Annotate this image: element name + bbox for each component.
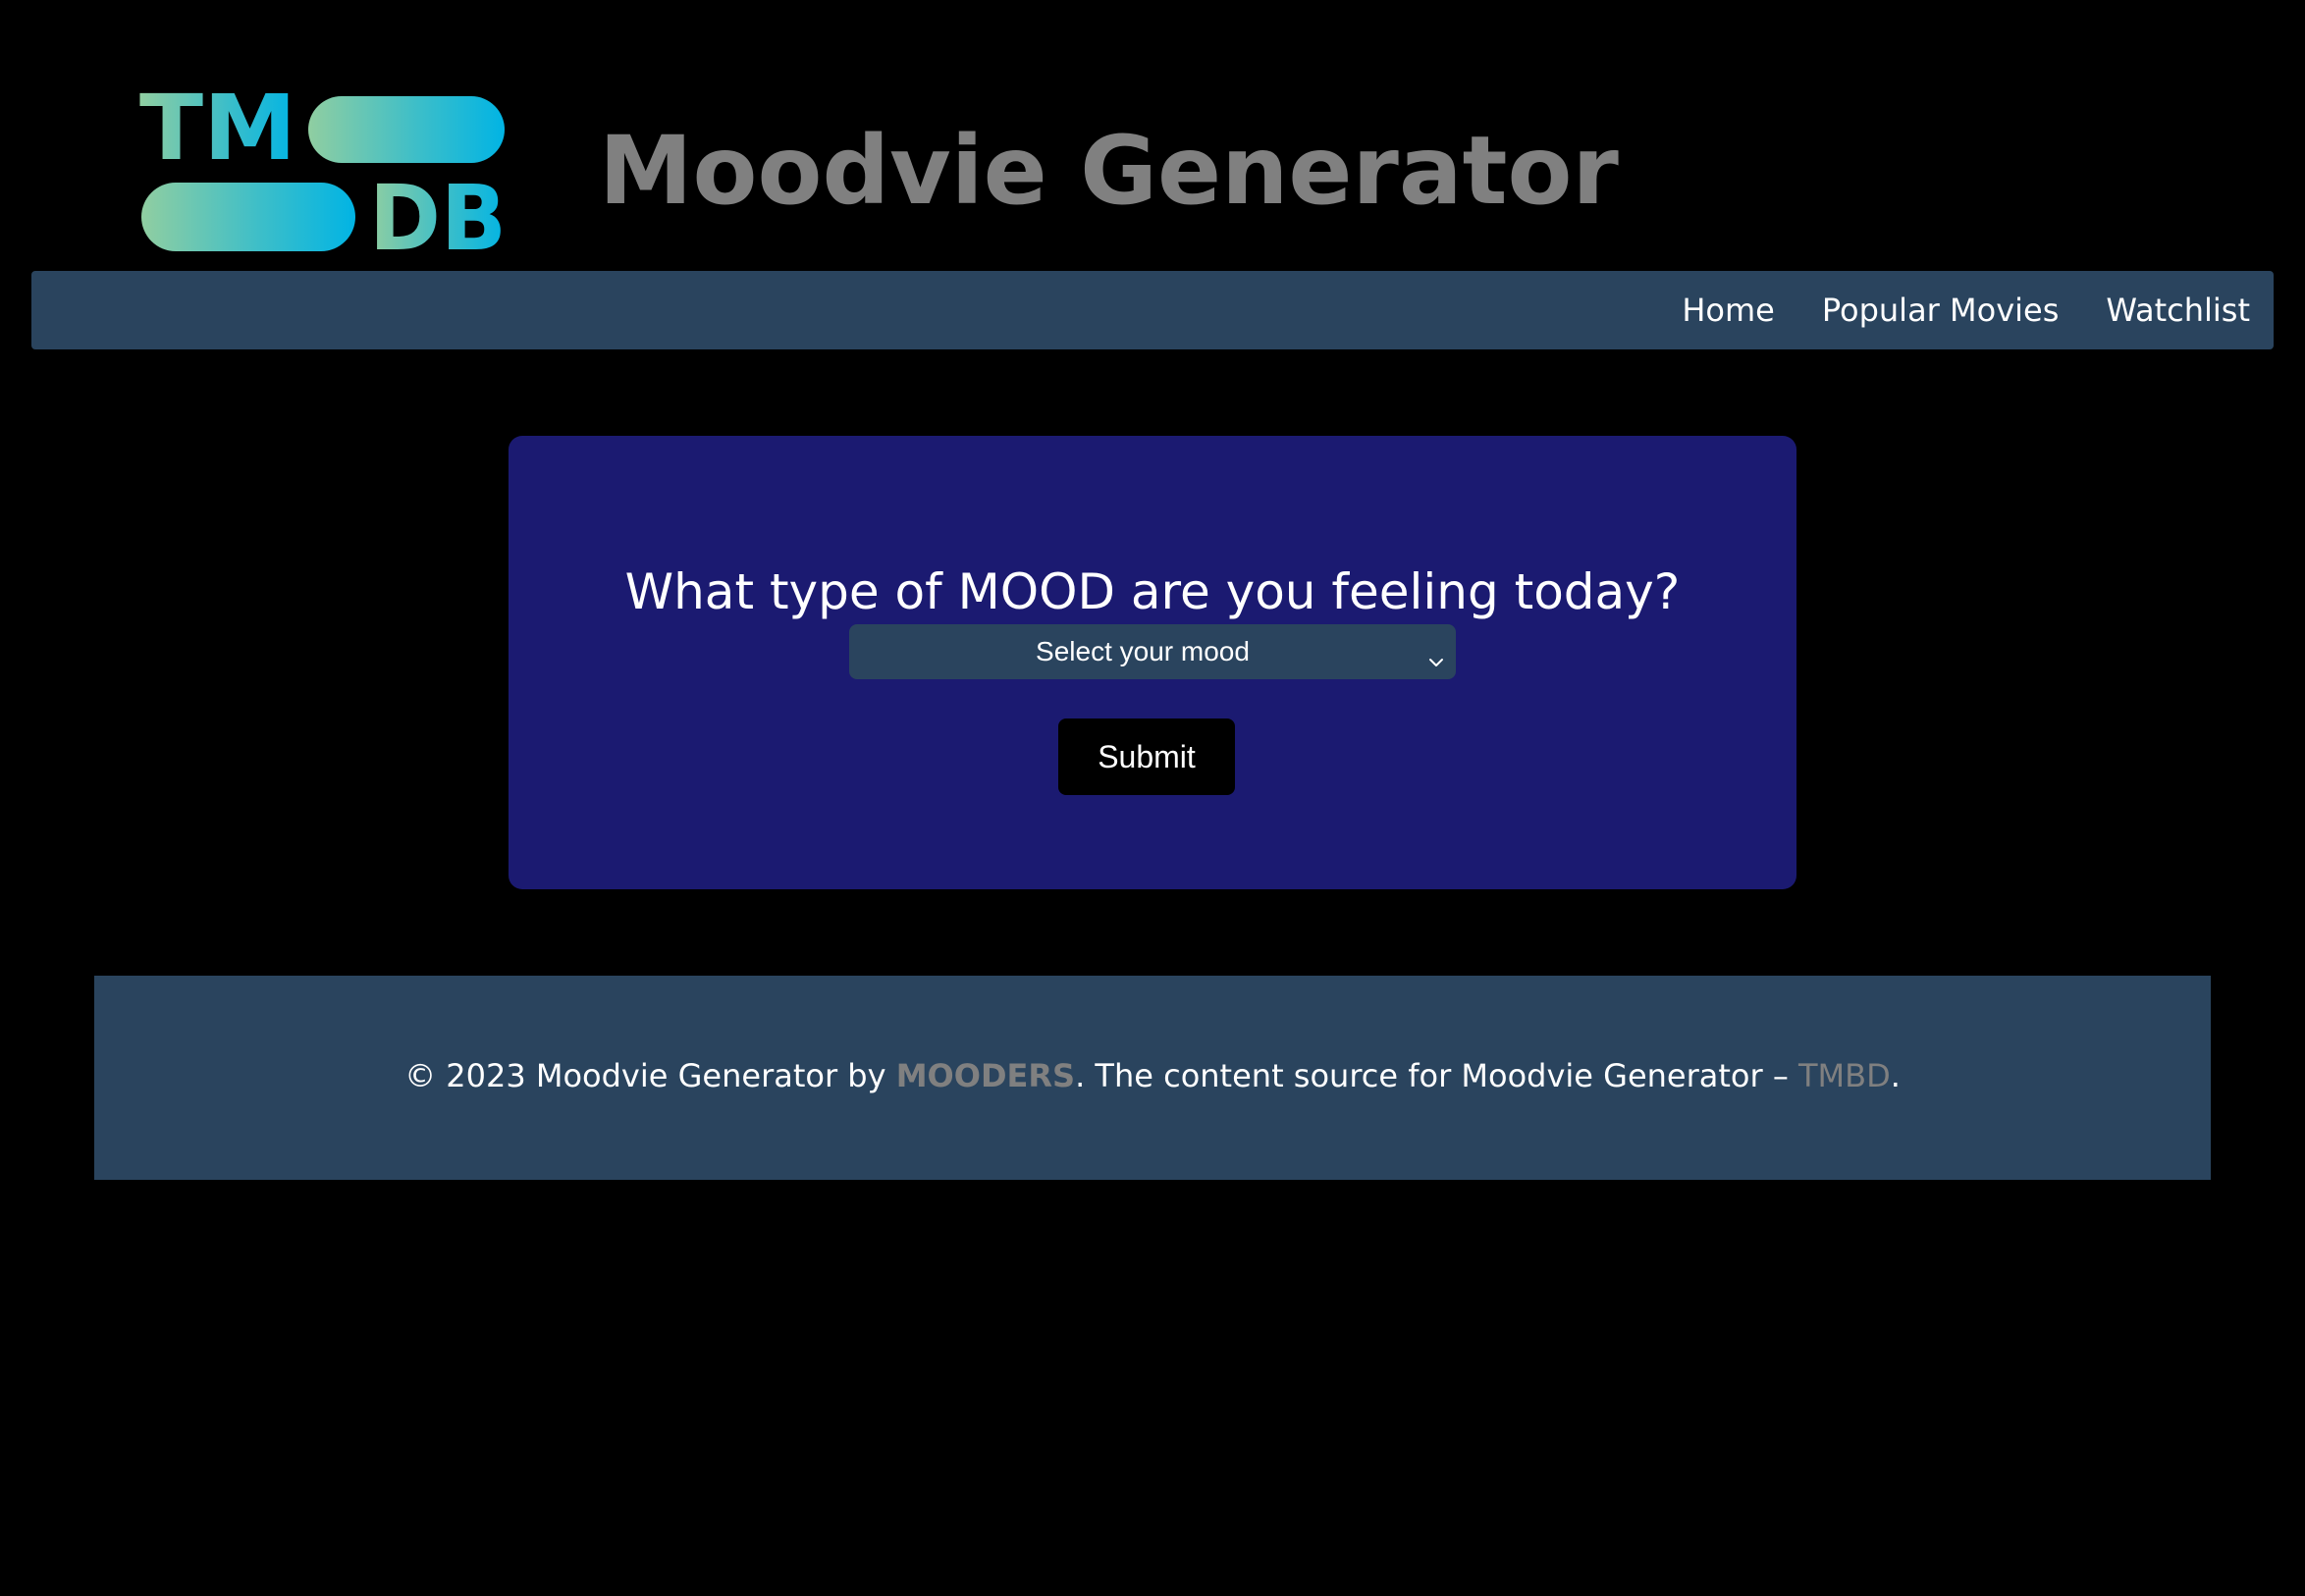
footer-source-link[interactable]: TMBD <box>1798 1057 1891 1094</box>
navbar: Home Popular Movies Watchlist <box>31 271 2274 349</box>
nav-item-watchlist[interactable]: Watchlist <box>2106 292 2250 329</box>
nav-item-popular-movies[interactable]: Popular Movies <box>1822 292 2060 329</box>
footer-middle: . The content source for Moodvie Generat… <box>1075 1057 1798 1094</box>
svg-text:DB: DB <box>369 166 507 253</box>
svg-text:TM: TM <box>139 92 296 181</box>
footer-author-link[interactable]: MOODERS <box>896 1057 1075 1094</box>
mood-question: What type of MOOD are you feeling today? <box>624 563 1681 620</box>
footer-suffix: . <box>1890 1057 1901 1094</box>
submit-button[interactable]: Submit <box>1058 718 1235 795</box>
site-header: TM DB Moodvie Generator <box>0 0 2305 271</box>
tmdb-logo-icon[interactable]: TM DB <box>139 76 509 271</box>
mood-form-card: What type of MOOD are you feeling today?… <box>509 436 1796 889</box>
chevron-down-icon <box>1424 638 1448 666</box>
mood-select-value: Select your mood <box>1036 636 1250 666</box>
footer-text: © 2023 Moodvie Generator by MOODERS. The… <box>94 1054 2211 1097</box>
site-title: Moodvie Generator <box>599 116 1619 226</box>
nav-item-home[interactable]: Home <box>1682 292 1775 329</box>
site-footer: © 2023 Moodvie Generator by MOODERS. The… <box>94 976 2211 1180</box>
nav-links: Home Popular Movies Watchlist <box>1635 271 2250 349</box>
footer-prefix: © 2023 Moodvie Generator by <box>404 1057 896 1094</box>
mood-select[interactable]: Select your mood <box>849 624 1456 679</box>
page: TM DB Moodvie Generator Home Popular Mov… <box>0 0 2305 1596</box>
